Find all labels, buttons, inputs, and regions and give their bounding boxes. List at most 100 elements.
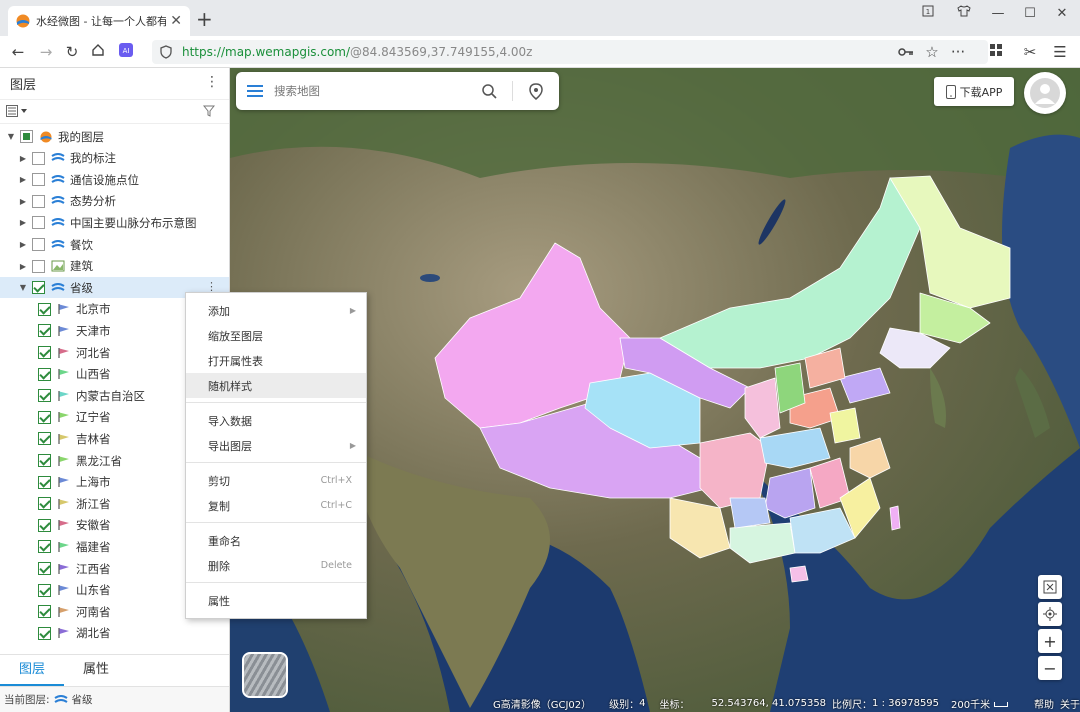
flag-icon — [58, 585, 69, 596]
zoom-out-icon[interactable]: − — [1038, 656, 1062, 680]
map-search-input[interactable] — [274, 84, 474, 98]
layer-visibility-checkbox[interactable] — [38, 302, 51, 316]
expand-arrow-down-icon[interactable]: ▼ — [18, 283, 28, 292]
expand-arrow-right-icon[interactable]: ▶ — [18, 154, 28, 163]
tree-item-layer[interactable]: ▶ 态势分析 — [0, 191, 229, 212]
context-menu-item[interactable]: 剪切 Ctrl+X — [186, 468, 366, 493]
maximize-icon[interactable]: ☐ — [1018, 4, 1042, 24]
location-pin-icon[interactable] — [521, 82, 551, 100]
context-menu-item[interactable]: 缩放至图层 — [186, 323, 366, 348]
layer-visibility-checkbox[interactable] — [38, 346, 51, 359]
new-tab-icon[interactable]: + — [196, 9, 213, 29]
tree-item-layer[interactable]: ▶ 通信设施点位 — [0, 169, 229, 190]
expand-arrow-right-icon[interactable]: ▶ — [18, 175, 28, 184]
context-menu-item[interactable]: 复制 Ctrl+C — [186, 493, 366, 518]
layer-visibility-checkbox[interactable] — [38, 367, 51, 381]
flag-icon — [58, 498, 69, 509]
expand-arrow-right-icon[interactable]: ▶ — [18, 262, 28, 271]
panel-more-icon[interactable]: ⋮ — [205, 75, 219, 89]
zoom-in-icon[interactable]: + — [1038, 629, 1062, 653]
context-menu-item[interactable]: 导入数据 — [186, 408, 366, 433]
forward-icon[interactable]: → — [34, 40, 58, 64]
expand-arrow-right-icon[interactable]: ▶ — [18, 218, 28, 227]
context-menu-item[interactable]: 添加 ▶ — [186, 298, 366, 323]
layer-visibility-checkbox[interactable] — [20, 130, 33, 143]
menu-item-label: 随机样式 — [208, 379, 252, 393]
minimize-icon[interactable]: — — [986, 4, 1010, 24]
close-window-icon[interactable]: ✕ — [1050, 4, 1074, 24]
layer-visibility-checkbox[interactable] — [38, 410, 51, 424]
shirt-icon[interactable] — [952, 4, 976, 24]
layer-visibility-checkbox[interactable] — [38, 475, 51, 489]
menu-item-label: 打开属性表 — [208, 354, 263, 368]
key-icon[interactable] — [894, 40, 918, 64]
fullscreen-icon[interactable] — [1038, 575, 1062, 599]
filter-icon[interactable] — [203, 105, 215, 117]
tab-layers[interactable]: 图层 — [0, 655, 64, 686]
layer-visibility-checkbox[interactable] — [32, 238, 45, 251]
more-dots-icon[interactable]: ··· — [946, 40, 970, 64]
tree-root[interactable]: ▼ 我的图层 — [0, 126, 229, 147]
tree-item-province[interactable]: 湖北省 — [0, 623, 229, 644]
layer-visibility-checkbox[interactable] — [38, 518, 51, 532]
layer-visibility-checkbox[interactable] — [32, 151, 45, 165]
tab-close-icon[interactable]: ✕ — [170, 14, 182, 28]
tree-item-layer[interactable]: ▶ 餐饮 — [0, 234, 229, 255]
address-bar[interactable]: https://map.wemapgis.com/@84.843569,37.7… — [152, 40, 988, 64]
taiwan-region — [889, 505, 901, 531]
help-link[interactable]: 帮助 — [1034, 696, 1054, 711]
layer-visibility-checkbox[interactable] — [38, 389, 51, 403]
svg-text:1: 1 — [926, 8, 930, 16]
context-menu-item[interactable]: 打开属性表 — [186, 348, 366, 373]
browser-tab[interactable]: 水经微图 - 让每一个人都有自 ✕ — [8, 6, 190, 36]
download-app-button[interactable]: 下载APP — [934, 77, 1014, 106]
layer-visibility-checkbox[interactable] — [32, 259, 45, 273]
layer-visibility-checkbox[interactable] — [38, 432, 51, 446]
layer-visibility-checkbox[interactable] — [38, 583, 51, 597]
scale-distance: 200千米 — [951, 699, 991, 711]
apps-grid-icon[interactable] — [984, 40, 1008, 64]
layer-visibility-checkbox[interactable] — [32, 194, 45, 208]
locate-me-icon[interactable] — [1038, 602, 1062, 626]
hamburger-menu-icon[interactable] — [236, 85, 274, 97]
context-menu-item[interactable]: 重命名 — [186, 528, 366, 553]
context-menu-item[interactable]: 导出图层 ▶ — [186, 433, 366, 458]
about-link[interactable]: 关于 — [1060, 696, 1080, 711]
layer-visibility-checkbox[interactable] — [38, 540, 51, 554]
layer-visibility-checkbox[interactable] — [32, 281, 45, 295]
star-icon[interactable]: ☆ — [920, 40, 944, 64]
user-avatar[interactable] — [1024, 72, 1066, 114]
basemap-switcher[interactable] — [242, 652, 288, 698]
hainan-region — [789, 565, 809, 583]
back-icon[interactable]: ← — [6, 40, 30, 64]
tree-item-label: 河南省 — [76, 604, 111, 619]
tree-item-label: 天津市 — [76, 323, 111, 338]
expand-arrow-down-icon[interactable]: ▼ — [6, 132, 16, 141]
layer-visibility-checkbox[interactable] — [38, 562, 51, 575]
tab-count-icon[interactable]: 1 — [916, 4, 940, 24]
tree-item-layer[interactable]: ▶ 中国主要山脉分布示意图 — [0, 212, 229, 233]
scissors-icon[interactable]: ✂ — [1018, 40, 1042, 64]
layer-visibility-checkbox[interactable] — [32, 216, 45, 230]
ai-icon[interactable]: AI — [114, 40, 138, 64]
layer-visibility-checkbox[interactable] — [38, 324, 51, 338]
list-view-icon[interactable] — [6, 105, 28, 117]
expand-arrow-right-icon[interactable]: ▶ — [18, 240, 28, 249]
context-menu-item[interactable]: 随机样式 — [186, 373, 366, 398]
reload-icon[interactable]: ↻ — [60, 40, 84, 64]
context-menu-item[interactable]: 删除 Delete — [186, 553, 366, 578]
menu-icon[interactable]: ☰ — [1048, 40, 1072, 64]
context-menu-item[interactable]: 属性 — [186, 588, 366, 613]
menu-item-label: 添加 — [208, 304, 230, 318]
tab-properties[interactable]: 属性 — [64, 655, 128, 686]
layer-visibility-checkbox[interactable] — [38, 605, 51, 619]
layer-visibility-checkbox[interactable] — [38, 454, 51, 467]
expand-arrow-right-icon[interactable]: ▶ — [18, 197, 28, 206]
layer-visibility-checkbox[interactable] — [38, 626, 51, 640]
layer-visibility-checkbox[interactable] — [38, 497, 51, 511]
home-icon[interactable] — [86, 40, 110, 64]
search-icon[interactable] — [474, 83, 504, 99]
layer-visibility-checkbox[interactable] — [32, 173, 45, 187]
tree-item-layer[interactable]: ▶ 我的标注 — [0, 148, 229, 169]
tree-item-layer[interactable]: ▶ 建筑 — [0, 256, 229, 277]
